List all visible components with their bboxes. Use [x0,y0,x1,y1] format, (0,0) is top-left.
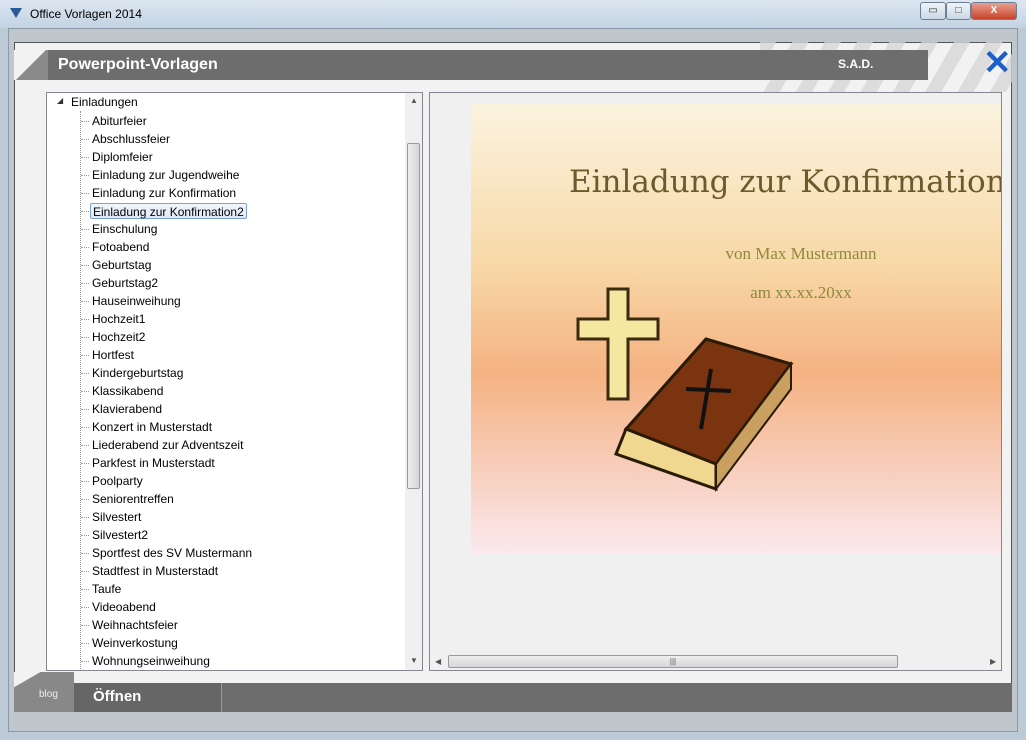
tree-branch-line [81,247,89,248]
tree-item[interactable]: Weinverkostung [90,635,180,651]
tree-item[interactable]: Weihnachtsfeier [90,617,180,633]
tree-branch-line [81,355,89,356]
tree-item[interactable]: Abiturfeier [90,113,149,129]
window-title: Office Vorlagen 2014 [30,7,142,21]
tree-item[interactable]: Seniorentreffen [90,491,176,507]
scroll-down-icon[interactable]: ▼ [410,656,418,665]
tree-item[interactable]: Abschlussfeier [90,131,172,147]
tree-branch-line [81,175,89,176]
slide-author: von Max Mustermann [725,244,877,263]
tree-branch-line [81,319,89,320]
tree-branch-line [81,229,89,230]
tree-item[interactable]: Fotoabend [90,239,151,255]
tree-item[interactable]: Einschulung [90,221,159,237]
tree-branch-line [81,643,89,644]
tree-branch-line [81,571,89,572]
tree-branch-line [81,121,89,122]
tree-item[interactable]: Kindergeburtstag [90,365,185,381]
tree-item[interactable]: Einladung zur Konfirmation [90,185,238,201]
tree-item[interactable]: Stadtfest in Musterstadt [90,563,220,579]
tree-branch-line [81,337,89,338]
tree-item[interactable]: Videoabend [90,599,158,615]
preview-panel: Einladung zur Konfirmation von Max Muste… [429,92,1002,671]
tree-item[interactable]: Wohnungseinweihung [90,653,212,669]
tree-branch-line [81,481,89,482]
tree-item[interactable]: Klassikabend [90,383,165,399]
tree-item[interactable]: Sportfest des SV Mustermann [90,545,254,561]
title-bar: Office Vorlagen 2014 [0,0,1026,28]
tree-item[interactable]: Parkfest in Musterstadt [90,455,217,471]
tree-item[interactable]: Hochzeit2 [90,329,147,345]
tree-item[interactable]: Hochzeit1 [90,311,147,327]
scroll-left-icon[interactable]: ◀ [435,657,441,666]
app-icon [10,8,22,18]
collapse-triangle-icon[interactable]: ◢ [57,96,63,105]
blog-tab[interactable]: blog [14,672,74,712]
tree-branch-line [81,139,89,140]
tree-scroll-thumb[interactable] [407,143,420,489]
tree-item[interactable]: Hortfest [90,347,136,363]
tree-branch-line [81,301,89,302]
tree-branch-line [81,499,89,500]
sad-logo: S.A.D. [838,57,874,71]
tree-item[interactable]: Silvestert2 [90,527,150,543]
tree-branch-line [81,373,89,374]
tree-branch-line [81,211,89,212]
tree-item[interactable]: Taufe [90,581,123,597]
tree-branch-line [81,409,89,410]
tree-item[interactable]: Liederabend zur Adventszeit [90,437,245,453]
tree-branch-line [81,589,89,590]
tree-item[interactable]: Poolparty [90,473,145,489]
template-tree[interactable]: ◢ Einladungen Abiturfeier Abschlussfeier D… [46,92,423,671]
scroll-right-icon[interactable]: ▶ [990,657,996,666]
header-bar: Powerpoint-Vorlagen [48,50,928,80]
tree-item[interactable]: Einladung zur Konfirmation2 [90,203,247,219]
slide-title: Einladung zur Konfirmation [569,164,1002,200]
tree-root-einladungen[interactable]: Einladungen [71,95,138,109]
tree-branch-line [81,283,89,284]
preview-scroll-thumb[interactable]: ||| [448,655,898,668]
slide-preview: Einladung zur Konfirmation von Max Muste… [471,104,1002,553]
tree-item[interactable]: Einladung zur Jugendweihe [90,167,241,183]
tree-item[interactable]: Diplomfeier [90,149,155,165]
maximize-button[interactable]: □ [946,2,971,20]
tree-item[interactable]: Geburtstag [90,257,153,273]
tree-item[interactable]: Geburtstag2 [90,275,160,291]
tree-item[interactable]: Silvestert [90,509,143,525]
tree-item[interactable]: Hauseinweihung [90,293,183,309]
tree-branch-line [81,553,89,554]
cross-and-bible-illustration [576,287,794,492]
tree-branch-line [81,445,89,446]
tree-branch-line [81,265,89,266]
tree-branch-line [81,463,89,464]
close-icon[interactable]: ✕ [983,46,1012,80]
tree-branch-line [81,427,89,428]
tree-branch-line [81,517,89,518]
tree-branch-line [81,625,89,626]
tree-item[interactable]: Klavierabend [90,401,164,417]
minimize-button[interactable]: ▭ [920,2,946,20]
page-title: Powerpoint-Vorlagen [58,56,218,73]
tree-branch-line [81,661,89,662]
tree-branch-line [81,391,89,392]
open-button[interactable]: Öffnen [74,683,222,712]
tree-branch-line [81,157,89,158]
tree-item[interactable]: Konzert in Musterstadt [90,419,214,435]
tree-branch-line [81,535,89,536]
tree-branch-line [81,193,89,194]
close-window-button[interactable]: X [971,2,1017,20]
tree-branch-line [81,607,89,608]
scroll-up-icon[interactable]: ▲ [410,96,418,105]
